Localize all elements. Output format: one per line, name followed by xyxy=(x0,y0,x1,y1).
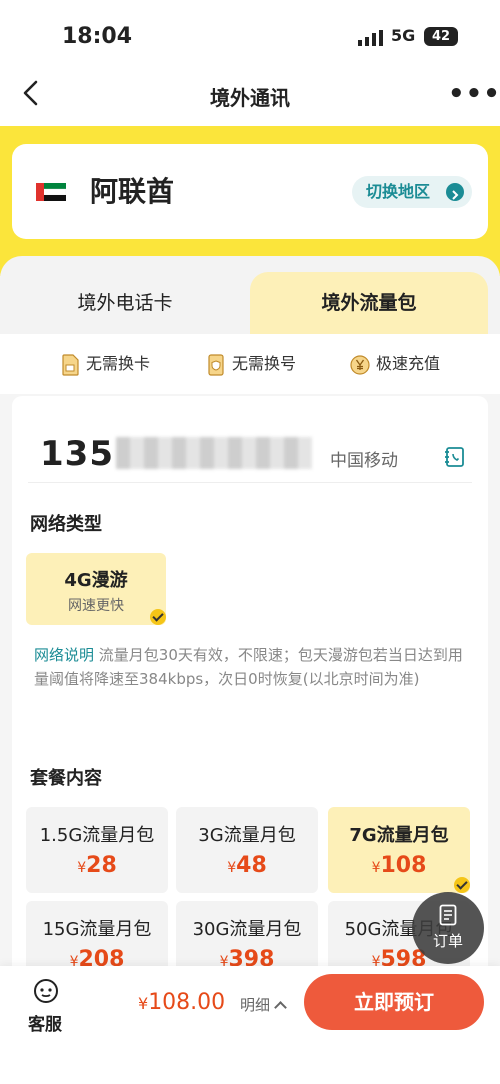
feature-no-sim-change: 无需换卡 xyxy=(60,352,150,376)
network-type: 5G xyxy=(391,26,416,45)
package-option[interactable]: 1.5G流量月包 ¥28 xyxy=(26,807,168,893)
switch-region-button[interactable]: 切换地区 xyxy=(352,176,472,208)
feature-no-number-change: 无需换号 xyxy=(206,352,296,376)
check-icon xyxy=(150,609,166,625)
tab-sim-card[interactable]: 境外电话卡 xyxy=(0,272,250,334)
chevron-right-icon xyxy=(446,183,464,201)
customer-service-label[interactable]: 客服 xyxy=(28,1010,62,1035)
nav-bar: 境外通讯 ••• xyxy=(0,62,500,126)
phone-number-masked xyxy=(116,437,312,469)
network-note: 网络说明 流量月包30天有效，不限速；包天漫游包若当日达到用量阈值将降速至384… xyxy=(34,643,474,691)
carrier-name: 中国移动 xyxy=(330,451,398,471)
chevron-up-icon xyxy=(274,1001,287,1014)
battery-icon: 42 xyxy=(424,27,458,46)
country-name: 阿联酋 xyxy=(90,175,175,208)
network-option-4g[interactable]: 4G漫游 网速更快 xyxy=(26,553,166,625)
network-note-label: 网络说明 xyxy=(34,646,95,664)
book-now-button[interactable]: 立即预订 xyxy=(304,974,484,1030)
package-option[interactable]: 3G流量月包 ¥48 xyxy=(176,807,318,893)
network-type-title: 网络类型 xyxy=(30,514,102,535)
order-list-icon xyxy=(439,904,457,926)
network-option-desc: 网速更快 xyxy=(68,598,124,614)
signal-icon xyxy=(358,30,383,46)
network-note-text: 流量月包30天有效，不限速；包天漫游包若当日达到用量阈值将降速至384kbps，… xyxy=(34,646,463,688)
phone-shield-icon xyxy=(208,353,224,376)
price-detail-toggle[interactable]: 明细 xyxy=(240,994,287,1015)
page-title: 境外通讯 xyxy=(210,86,290,110)
floating-order-button[interactable]: 订单 xyxy=(412,892,484,964)
uae-flag-icon xyxy=(36,183,66,201)
package-option-selected[interactable]: 7G流量月包 ¥108 xyxy=(328,807,470,893)
switch-region-label: 切换地区 xyxy=(366,182,431,201)
network-option-name: 4G漫游 xyxy=(64,570,128,591)
yen-coin-icon xyxy=(350,354,370,375)
total-price: ¥108.00 xyxy=(138,990,226,1015)
check-icon xyxy=(454,877,470,893)
sim-card-icon xyxy=(62,353,79,376)
more-icon[interactable]: ••• xyxy=(448,81,500,107)
phone-number: 135 xyxy=(40,434,114,474)
divider xyxy=(28,482,472,483)
status-time: 18:04 xyxy=(62,24,133,49)
floating-order-label: 订单 xyxy=(432,932,463,950)
feature-row: 无需换卡 无需换号 极速充值 xyxy=(0,334,500,394)
status-bar: 18:04 5G 42 xyxy=(0,0,500,62)
contacts-icon[interactable] xyxy=(444,446,466,468)
feature-fast-recharge: 极速充值 xyxy=(350,352,440,376)
tab-data-package[interactable]: 境外流量包 xyxy=(250,272,488,334)
package-content-title: 套餐内容 xyxy=(30,768,102,789)
customer-service-icon[interactable] xyxy=(33,978,59,1004)
